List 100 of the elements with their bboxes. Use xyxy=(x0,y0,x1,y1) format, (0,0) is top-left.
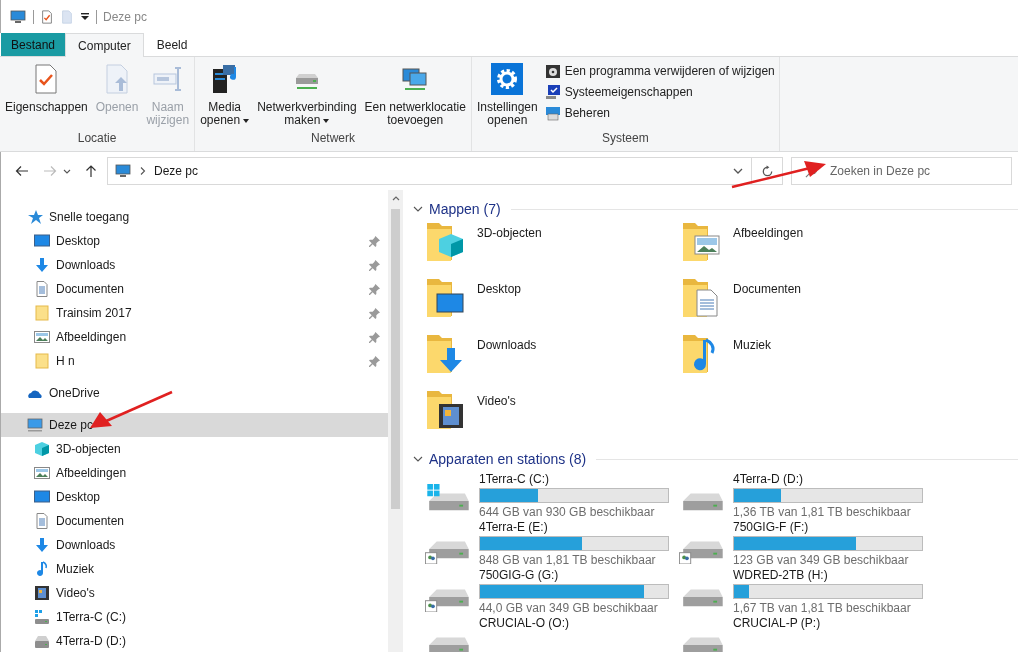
ribbon-button[interactable]: Een netwerklocatie toevoegen xyxy=(361,61,469,129)
file-tab[interactable]: Bestand xyxy=(1,33,66,56)
ribbon-tab[interactable]: Computer xyxy=(65,33,144,57)
downloads-folder-icon[interactable] xyxy=(425,332,465,374)
dropdown-icon[interactable] xyxy=(63,168,71,174)
drive-name[interactable]: CRUCIAL-P (P:) xyxy=(733,616,821,630)
navigation-item[interactable]: Desktop xyxy=(1,229,388,253)
drive-name[interactable]: 4Terra-D (D:) xyxy=(733,472,923,486)
pin-icon[interactable] xyxy=(369,331,380,343)
dropdown-icon[interactable] xyxy=(80,11,90,22)
navigation-item[interactable]: Documenten xyxy=(1,277,388,301)
pin-icon[interactable] xyxy=(369,235,380,247)
folder-name[interactable]: Video's xyxy=(477,394,516,408)
navigation-item[interactable]: Afbeeldingen xyxy=(1,461,388,485)
navigation-item[interactable]: Snelle toegang xyxy=(1,205,388,229)
ribbon-small-button[interactable]: Beheren xyxy=(542,104,777,122)
pin-icon[interactable] xyxy=(369,283,380,295)
section-title[interactable]: Mappen (7) xyxy=(429,201,501,217)
document-icon xyxy=(34,513,50,529)
group-label: Systeem xyxy=(601,131,650,147)
pin-icon[interactable] xyxy=(369,259,380,271)
picture-frame-icon xyxy=(34,465,50,481)
up-arrow-icon[interactable] xyxy=(85,164,97,178)
navigation-item[interactable]: Documenten xyxy=(1,509,388,533)
ribbon-small-button[interactable]: Systeemeigenschappen xyxy=(542,83,777,101)
video-folder-icon[interactable] xyxy=(425,388,465,430)
chevron-icon xyxy=(140,167,146,175)
drive-name[interactable]: 750GIG-F (F:) xyxy=(733,520,923,534)
star-icon xyxy=(27,209,43,225)
back-arrow-icon[interactable] xyxy=(15,165,29,177)
cube-icon xyxy=(34,441,50,457)
scroll-up-icon[interactable] xyxy=(391,196,400,201)
navigation-item[interactable]: Video's xyxy=(1,581,388,605)
ribbon-button[interactable]: Eigenschappen xyxy=(2,61,91,116)
navigation-item[interactable]: Downloads xyxy=(1,533,388,557)
drive-name[interactable]: 750GIG-G (G:) xyxy=(479,568,669,582)
scroll-thumb[interactable] xyxy=(391,209,400,509)
drive-name[interactable]: CRUCIAL-O (O:) xyxy=(479,616,569,630)
document-icon xyxy=(34,281,50,297)
drive-name[interactable]: WDRED-2TB (H:) xyxy=(733,568,923,582)
film-icon xyxy=(34,585,50,601)
dropdown-icon[interactable] xyxy=(733,168,743,174)
ribbon-small-button[interactable]: Een programma verwijderen of wijzigen xyxy=(542,62,777,80)
navigation-item[interactable]: 1Terra-C (C:) xyxy=(1,605,388,629)
refresh-icon xyxy=(760,164,774,178)
checked-monitor-icon xyxy=(544,84,561,100)
properties-icon[interactable] xyxy=(40,8,54,25)
monitor-icon xyxy=(9,8,27,25)
pin-icon[interactable] xyxy=(369,307,380,319)
search-field[interactable]: Zoeken in Deze pc xyxy=(791,157,1012,185)
desktop-icon xyxy=(34,489,50,505)
ribbon-button[interactable]: Instellingen openen xyxy=(473,61,541,129)
scrollbar[interactable] xyxy=(388,190,403,652)
cube-folder-icon[interactable] xyxy=(425,220,465,262)
drive-name[interactable]: 4Terra-E (E:) xyxy=(479,520,669,534)
free-space-text: 44,0 GB van 349 GB beschikbaar xyxy=(479,601,659,615)
free-space-text: 644 GB van 930 GB beschikbaar xyxy=(479,505,656,519)
ribbon-button[interactable]: Media openen xyxy=(197,61,253,129)
folder-name[interactable]: 3D-objecten xyxy=(477,226,542,240)
navigation-item[interactable]: 3D-objecten xyxy=(1,437,388,461)
pictures-folder-icon[interactable] xyxy=(681,220,721,262)
free-space-text: 123 GB van 349 GB beschikbaar xyxy=(733,553,910,567)
picture-frame-icon xyxy=(34,329,50,345)
navigation-item[interactable]: Muziek xyxy=(1,557,388,581)
forward-arrow-icon[interactable] xyxy=(43,165,57,177)
chevron-icon[interactable] xyxy=(413,454,423,464)
monitor-icon xyxy=(114,163,132,179)
folder-name[interactable]: Afbeeldingen xyxy=(733,226,804,240)
download-arrow-icon xyxy=(34,257,50,273)
navigation-item[interactable]: Trainsim 2017 xyxy=(1,301,388,325)
navigation-item[interactable]: H n xyxy=(1,349,388,373)
folder-name[interactable]: Desktop xyxy=(477,282,522,296)
music-note-icon xyxy=(34,561,50,577)
folder-name[interactable]: Documenten xyxy=(733,282,802,296)
navigation-item[interactable]: Deze pc xyxy=(1,413,388,437)
section-title[interactable]: Apparaten en stations (8) xyxy=(429,451,587,467)
pin-icon[interactable] xyxy=(369,355,380,367)
disc-box-icon xyxy=(544,63,561,79)
monitor-icon xyxy=(27,417,43,433)
navigation-item[interactable]: Afbeeldingen xyxy=(1,325,388,349)
folder-name[interactable]: Downloads xyxy=(477,338,537,352)
ribbon-button[interactable]: Netwerkverbinding maken xyxy=(254,61,360,129)
desktop-folder-icon[interactable] xyxy=(425,276,465,318)
group-label: Netwerk xyxy=(310,131,357,147)
drive-name[interactable]: 1Terra-C (C:) xyxy=(479,472,669,486)
computer-manage-icon xyxy=(544,105,561,121)
navigation-item[interactable]: Downloads xyxy=(1,253,388,277)
folder-name[interactable]: Muziek xyxy=(733,338,771,352)
free-space-text: 1,67 TB van 1,81 TB beschikbaar xyxy=(733,601,912,615)
navigation-item[interactable]: OneDrive xyxy=(1,381,388,405)
group-label: Locatie xyxy=(76,131,118,147)
drive-icon xyxy=(34,633,50,649)
address-bar[interactable]: Deze pc xyxy=(107,157,783,185)
documents-folder-icon[interactable] xyxy=(681,276,721,318)
chevron-icon[interactable] xyxy=(413,204,423,214)
folder-icon xyxy=(34,353,50,369)
drive-icon xyxy=(34,609,50,625)
navigation-item[interactable]: 4Terra-D (D:) xyxy=(1,629,388,652)
navigation-item[interactable]: Desktop xyxy=(1,485,388,509)
download-arrow-icon xyxy=(34,537,50,553)
